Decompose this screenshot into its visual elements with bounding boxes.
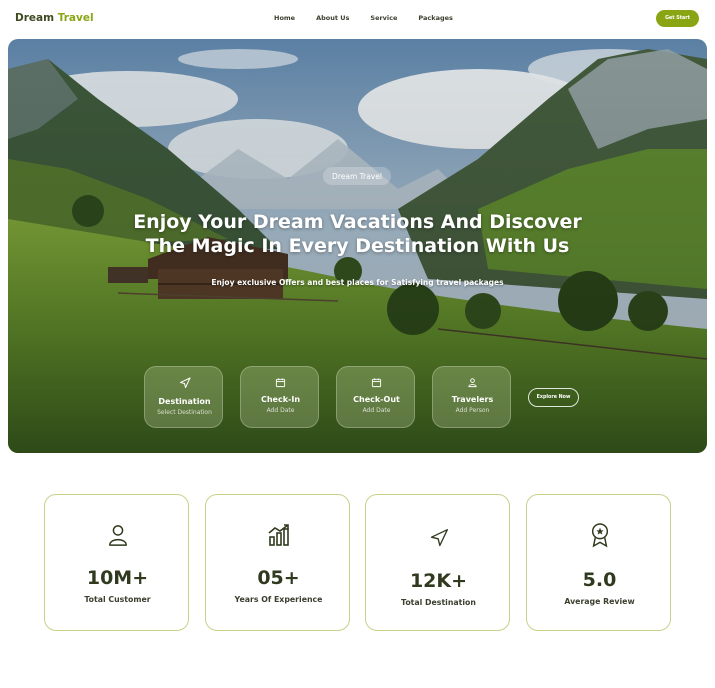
stat-card-destinations: 12K+ Total Destination [365, 494, 510, 631]
award-medal-icon [527, 522, 672, 548]
check-out-title: Check-Out [353, 395, 400, 404]
hero-title-line1: Enjoy Your Dream Vacations And Discover [133, 211, 582, 233]
nav-link-home[interactable]: Home [274, 14, 295, 22]
get-start-button[interactable]: Get Start [656, 10, 699, 27]
calendar-icon [337, 377, 416, 389]
check-out-selector[interactable]: Check-Out Add Date [336, 366, 415, 428]
nav-link-service[interactable]: Service [370, 14, 397, 22]
stat-card-customers: 10M+ Total Customer [44, 494, 189, 631]
check-in-placeholder: Add Date [266, 407, 295, 414]
stat-label: Average Review [564, 597, 635, 606]
destination-title: Destination [158, 397, 211, 406]
explore-now-button[interactable]: Explore Now [528, 388, 579, 407]
travelers-placeholder: Add Person [455, 407, 490, 414]
check-in-title: Check-In [260, 395, 301, 404]
brand-logo[interactable]: Dream Travel [15, 12, 94, 24]
nav-links: Home About Us Service Packages [274, 14, 474, 22]
brand-name-first: Dream [15, 12, 55, 24]
top-navbar: Dream Travel Home About Us Service Packa… [0, 0, 715, 38]
user-icon [45, 523, 190, 547]
stat-value: 5.0 [582, 569, 617, 591]
brand-name-second: Travel [57, 12, 94, 24]
check-in-selector[interactable]: Check-In Add Date [240, 366, 319, 428]
travelers-title: Travelers [451, 395, 494, 404]
stat-value: 10M+ [86, 567, 149, 589]
navigation-arrow-icon [145, 377, 224, 389]
destination-selector[interactable]: Destination Select Destination [144, 366, 223, 428]
calendar-icon [241, 377, 320, 389]
hero-title-line2: The Magic In Every Destination With Us [145, 235, 570, 257]
stat-label: Years Of Experience [234, 595, 323, 604]
user-icon [433, 377, 512, 389]
stat-card-reviews: 5.0 Average Review [526, 494, 671, 631]
nav-link-packages[interactable]: Packages [418, 14, 452, 22]
nav-link-about[interactable]: About Us [316, 14, 349, 22]
travelers-selector[interactable]: Travelers Add Person [432, 366, 511, 428]
stat-label: Total Customer [84, 595, 151, 604]
destination-placeholder: Select Destination [157, 409, 212, 416]
hero-subtitle: Enjoy exclusive Offers and best places f… [211, 278, 504, 287]
stat-value: 12K+ [409, 570, 468, 592]
growth-chart-icon [206, 523, 351, 547]
stat-value: 05+ [257, 567, 300, 589]
stat-label: Total Destination [401, 598, 476, 607]
navigation-arrow-icon [366, 528, 511, 548]
check-out-placeholder: Add Date [362, 407, 391, 414]
hero-badge: Dream Travel [323, 167, 391, 185]
hero-banner: Dream Travel Enjoy Your Dream Vacations … [8, 39, 707, 453]
stat-card-experience: 05+ Years Of Experience [205, 494, 350, 631]
